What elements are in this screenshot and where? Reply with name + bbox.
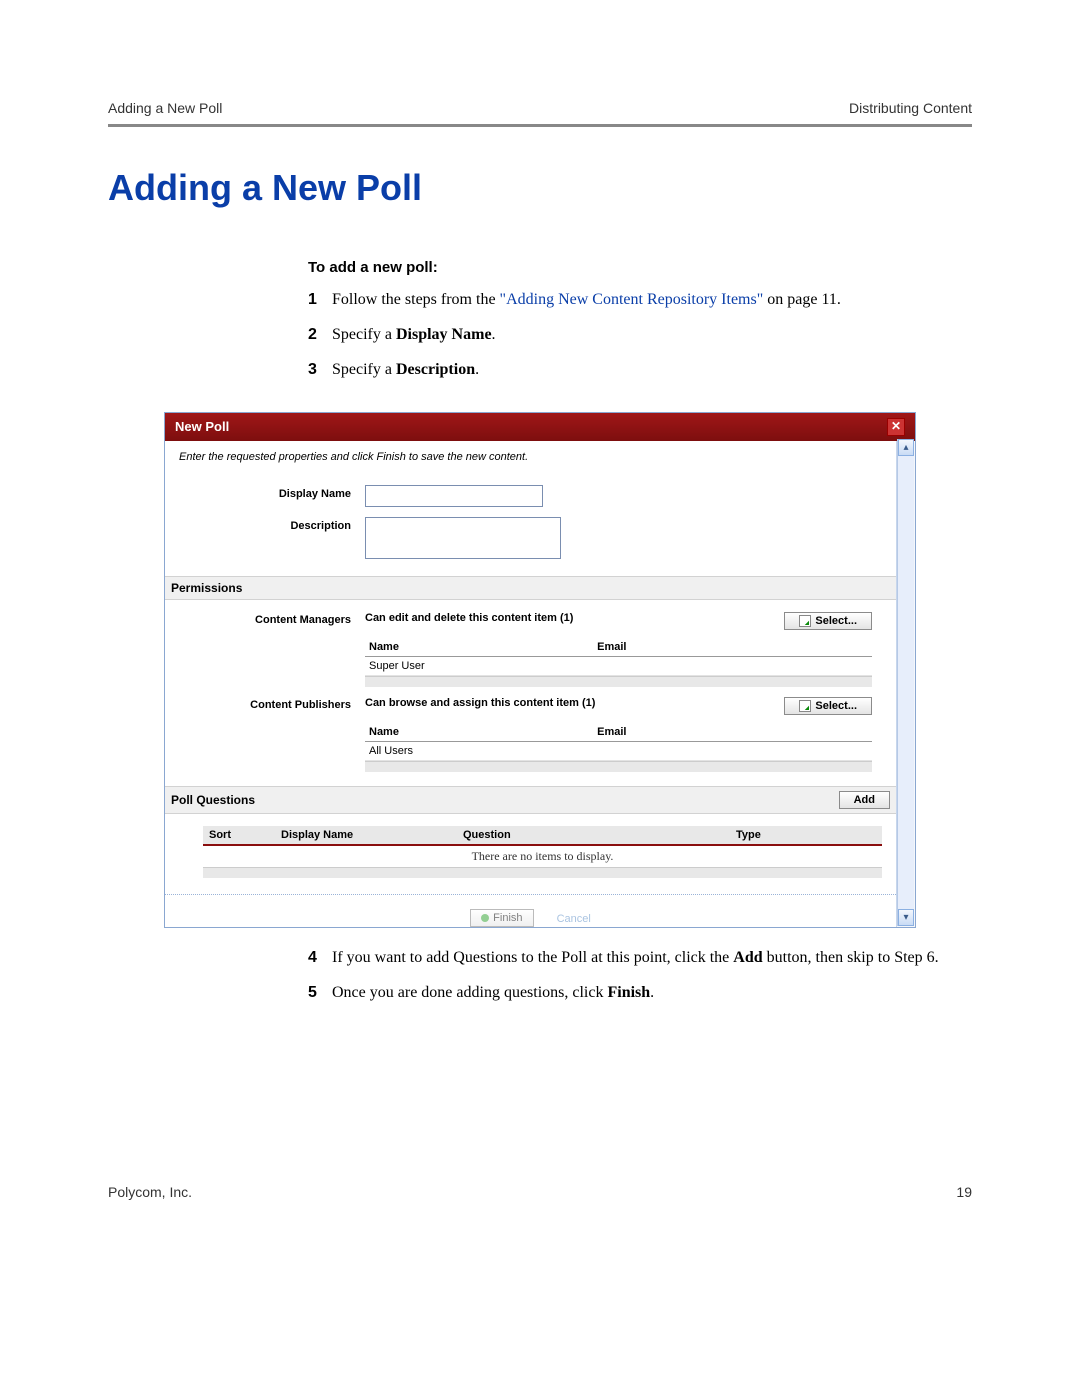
header-left: Adding a New Poll	[108, 100, 222, 116]
add-question-button[interactable]: Add	[839, 791, 890, 809]
check-icon	[481, 914, 489, 922]
poll-questions-table: Sort Display Name Question Type There ar…	[203, 826, 882, 867]
step-5: 5 Once you are done adding questions, cl…	[308, 981, 972, 1004]
description-input[interactable]	[365, 517, 561, 559]
managers-table: Name Email Super User	[365, 638, 872, 676]
dialog-titlebar: New Poll ✕	[165, 413, 915, 441]
steps-top: 1 Follow the steps from the "Adding New …	[308, 288, 972, 382]
page-footer: Polycom, Inc. 19	[108, 1184, 972, 1200]
scroll-down-icon[interactable]: ▾	[898, 909, 914, 926]
edit-icon	[799, 700, 811, 712]
dialog-buttons: Finish Cancel	[165, 894, 896, 927]
publishers-select-button[interactable]: Select...	[784, 697, 872, 715]
table-row: Super User	[365, 656, 872, 675]
new-poll-dialog: New Poll ✕ Enter the requested propertie…	[164, 412, 916, 928]
footer-page-number: 19	[956, 1184, 972, 1200]
step-2: 2 Specify a Display Name.	[308, 323, 972, 346]
dialog-title: New Poll	[175, 419, 229, 434]
procedure-heading: To add a new poll:	[308, 259, 972, 276]
header-rule	[108, 124, 972, 127]
close-icon[interactable]: ✕	[887, 418, 905, 436]
step-4: 4 If you want to add Questions to the Po…	[308, 946, 972, 969]
edit-icon	[799, 615, 811, 627]
dialog-instruction: Enter the requested properties and click…	[179, 451, 882, 463]
page-title: Adding a New Poll	[108, 167, 972, 209]
description-label: Description	[179, 517, 365, 532]
finish-button[interactable]: Finish	[470, 909, 533, 927]
empty-message: There are no items to display.	[203, 845, 882, 867]
page-header: Adding a New Poll Distributing Content	[108, 100, 972, 116]
step-1: 1 Follow the steps from the "Adding New …	[308, 288, 972, 311]
content-managers-block: Content Managers Can edit and delete thi…	[179, 612, 882, 687]
poll-questions-section-header: Poll Questions Add	[165, 786, 896, 814]
scroll-up-icon[interactable]: ▴	[898, 439, 914, 456]
scrollbar[interactable]: ▴ ▾	[897, 439, 914, 926]
publishers-table: Name Email All Users	[365, 723, 872, 761]
managers-select-button[interactable]: Select...	[784, 612, 872, 630]
cancel-button[interactable]: Cancel	[557, 913, 591, 925]
display-name-input[interactable]	[365, 485, 543, 507]
display-name-label: Display Name	[179, 485, 365, 500]
link-adding-content[interactable]: "Adding New Content Repository Items"	[500, 291, 764, 308]
table-row: All Users	[365, 741, 872, 760]
content-publishers-block: Content Publishers Can browse and assign…	[179, 697, 882, 772]
footer-left: Polycom, Inc.	[108, 1184, 192, 1200]
steps-bottom: 4 If you want to add Questions to the Po…	[308, 946, 972, 1004]
step-3: 3 Specify a Description.	[308, 358, 972, 381]
header-right: Distributing Content	[849, 100, 972, 116]
permissions-section-header: Permissions	[165, 576, 896, 600]
